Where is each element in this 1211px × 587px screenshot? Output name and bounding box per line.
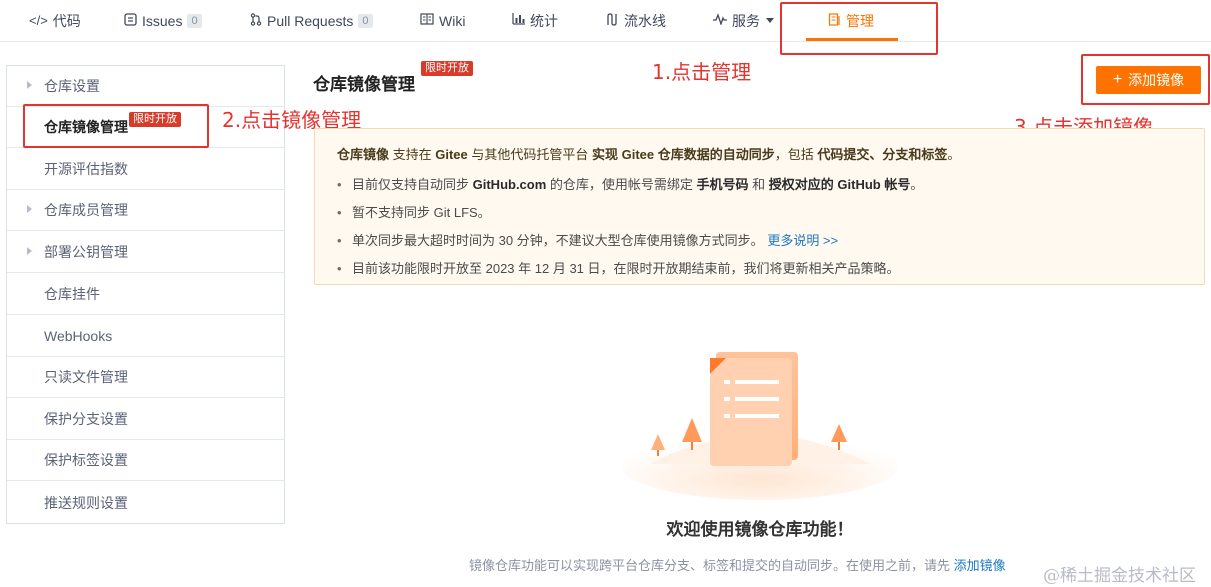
notice-item: 目前仅支持自动同步 GitHub.com 的仓库，使用帐号需绑定 手机号码 和 … xyxy=(337,171,1188,199)
pipeline-icon xyxy=(606,12,619,29)
notice-text: GitHub.com xyxy=(472,177,547,192)
tab-pull-requests[interactable]: Pull Requests 0 xyxy=(250,0,373,41)
notice-lead-part: 代码提交、分支和标签 xyxy=(817,147,948,162)
notice-text: 目前仅支持自动同步 xyxy=(352,177,473,192)
tab-services-label: 服务 xyxy=(732,12,760,29)
repo-nav-bar: </> 代码 Issues 0 Pull Requests 0 Wiki 统计 … xyxy=(0,0,1211,42)
notice-text: 授权对应的 GitHub 帐号 xyxy=(768,177,911,192)
notice-text: 目前该功能限时开放至 2023 年 12 月 31 日，在限时开放期结束前，我们… xyxy=(352,261,900,276)
pulls-count-badge: 0 xyxy=(358,13,373,28)
tab-pull-requests-label: Pull Requests xyxy=(267,12,354,29)
notice-lead-part: 实现 Gitee 仓库数据的自动同步 xyxy=(592,147,775,162)
code-icon: </> xyxy=(29,13,48,28)
welcome-description: 镜像仓库功能可以实现跨平台仓库分支、标签和提交的自动同步。在使用之前，请先 添加… xyxy=(469,555,1006,574)
annotation-box-manage xyxy=(780,2,938,55)
sidebar-item-deploy-keys[interactable]: 部署公钥管理 xyxy=(7,232,284,273)
tab-issues-label: Issues xyxy=(142,12,183,29)
sidebar-item-label: 开源评估指数 xyxy=(44,161,128,177)
page-title: 仓库镜像管理 xyxy=(313,75,415,94)
notice-lead-part: 仓库镜像 xyxy=(337,147,390,162)
tab-pipeline[interactable]: 流水线 xyxy=(606,0,666,41)
notice-text: 的仓库，使用帐号需绑定 xyxy=(546,177,697,192)
bar-chart-icon xyxy=(512,13,525,28)
annotation-box-mirror xyxy=(23,104,209,148)
sidebar-item-label: 仓库挂件 xyxy=(44,286,100,302)
sidebar-item-readonly-files[interactable]: 只读文件管理 xyxy=(7,357,284,398)
tab-stats[interactable]: 统计 xyxy=(512,0,558,41)
sidebar-item-members[interactable]: 仓库成员管理 xyxy=(7,190,284,231)
notice-item: 目前该功能限时开放至 2023 年 12 月 31 日，在限时开放期结束前，我们… xyxy=(337,255,1188,283)
sidebar-item-label: 仓库设置 xyxy=(44,78,100,94)
notice-text: 。 xyxy=(910,177,924,192)
chevron-right-icon xyxy=(27,205,32,213)
welcome-heading: 欢迎使用镜像仓库功能！ xyxy=(666,520,854,539)
sidebar-item-label: 部署公钥管理 xyxy=(44,244,128,260)
notice-lead-part: 与其他代码托管平台 xyxy=(467,147,592,162)
sidebar-item-label: WebHooks xyxy=(44,328,113,344)
notice-item: 暂不支持同步 Git LFS。 xyxy=(337,199,1188,227)
sidebar-item-label: 仓库成员管理 xyxy=(44,202,128,218)
mirror-notice-panel: 仓库镜像 支持在 Gitee 与其他代码托管平台 实现 Gitee 仓库数据的自… xyxy=(314,128,1205,285)
notice-lead: 仓库镜像 支持在 Gitee 与其他代码托管平台 实现 Gitee 仓库数据的自… xyxy=(337,144,1188,163)
pull-request-icon xyxy=(250,12,262,29)
site-watermark: @稀土掘金技术社区 xyxy=(1043,566,1196,586)
notice-text: 单次同步最大超时时间为 30 分钟，不建议大型仓库使用镜像方式同步。 xyxy=(352,233,764,248)
tab-code-label: 代码 xyxy=(52,12,81,29)
sidebar-item-push-rules[interactable]: 推送规则设置 xyxy=(7,482,284,523)
notice-lead-part: ，包括 xyxy=(774,147,818,162)
issues-icon xyxy=(124,12,137,29)
empty-mirror-illustration xyxy=(622,352,898,500)
sidebar-item-repo-settings[interactable]: 仓库设置 xyxy=(7,66,284,107)
more-info-link[interactable]: 更多说明 >> xyxy=(767,233,838,248)
tab-pipeline-label: 流水线 xyxy=(624,12,666,29)
tab-services-dropdown[interactable]: 服务 xyxy=(713,0,774,41)
notice-text: 暂不支持同步 Git LFS。 xyxy=(352,205,491,220)
sidebar-item-widgets[interactable]: 仓库挂件 xyxy=(7,274,284,315)
welcome-description-text: 镜像仓库功能可以实现跨平台仓库分支、标签和提交的自动同步。在使用之前，请先 xyxy=(469,558,954,573)
annotation-box-add xyxy=(1081,54,1210,105)
annotation-step1: 1.点击管理 xyxy=(652,60,752,84)
tab-code[interactable]: </> 代码 xyxy=(29,0,81,41)
sidebar-item-protected-tags[interactable]: 保护标签设置 xyxy=(7,440,284,481)
notice-list: 目前仅支持自动同步 GitHub.com 的仓库，使用帐号需绑定 手机号码 和 … xyxy=(337,171,1188,283)
chevron-down-icon xyxy=(766,18,774,23)
chevron-right-icon xyxy=(27,81,32,89)
tab-wiki-label: Wiki xyxy=(439,12,466,29)
sidebar-item-oss-index[interactable]: 开源评估指数 xyxy=(7,149,284,190)
sidebar-item-label: 推送规则设置 xyxy=(44,494,128,511)
tab-issues[interactable]: Issues 0 xyxy=(124,0,202,41)
notice-item: 单次同步最大超时时间为 30 分钟，不建议大型仓库使用镜像方式同步。 更多说明 … xyxy=(337,227,1188,255)
sidebar-item-webhooks[interactable]: WebHooks xyxy=(7,316,284,357)
notice-lead-part: 支持在 xyxy=(389,147,436,162)
notice-lead-part: 。 xyxy=(947,147,961,162)
sidebar-item-protected-branches[interactable]: 保护分支设置 xyxy=(7,399,284,440)
notice-text: 和 xyxy=(748,177,769,192)
issues-count-badge: 0 xyxy=(187,13,202,28)
add-mirror-link[interactable]: 添加镜像 xyxy=(954,558,1006,573)
sidebar-item-label: 保护标签设置 xyxy=(44,452,128,468)
chevron-right-icon xyxy=(27,247,32,255)
title-limited-badge: 限时开放 xyxy=(421,61,473,76)
pulse-icon xyxy=(713,13,727,28)
wiki-icon xyxy=(420,13,434,28)
notice-text: 手机号码 xyxy=(696,177,749,192)
tab-wiki[interactable]: Wiki xyxy=(420,0,465,41)
tab-stats-label: 统计 xyxy=(530,12,558,29)
sidebar-item-label: 保护分支设置 xyxy=(44,411,128,427)
sidebar-item-label: 只读文件管理 xyxy=(44,369,128,385)
notice-lead-part: Gitee xyxy=(435,147,468,162)
